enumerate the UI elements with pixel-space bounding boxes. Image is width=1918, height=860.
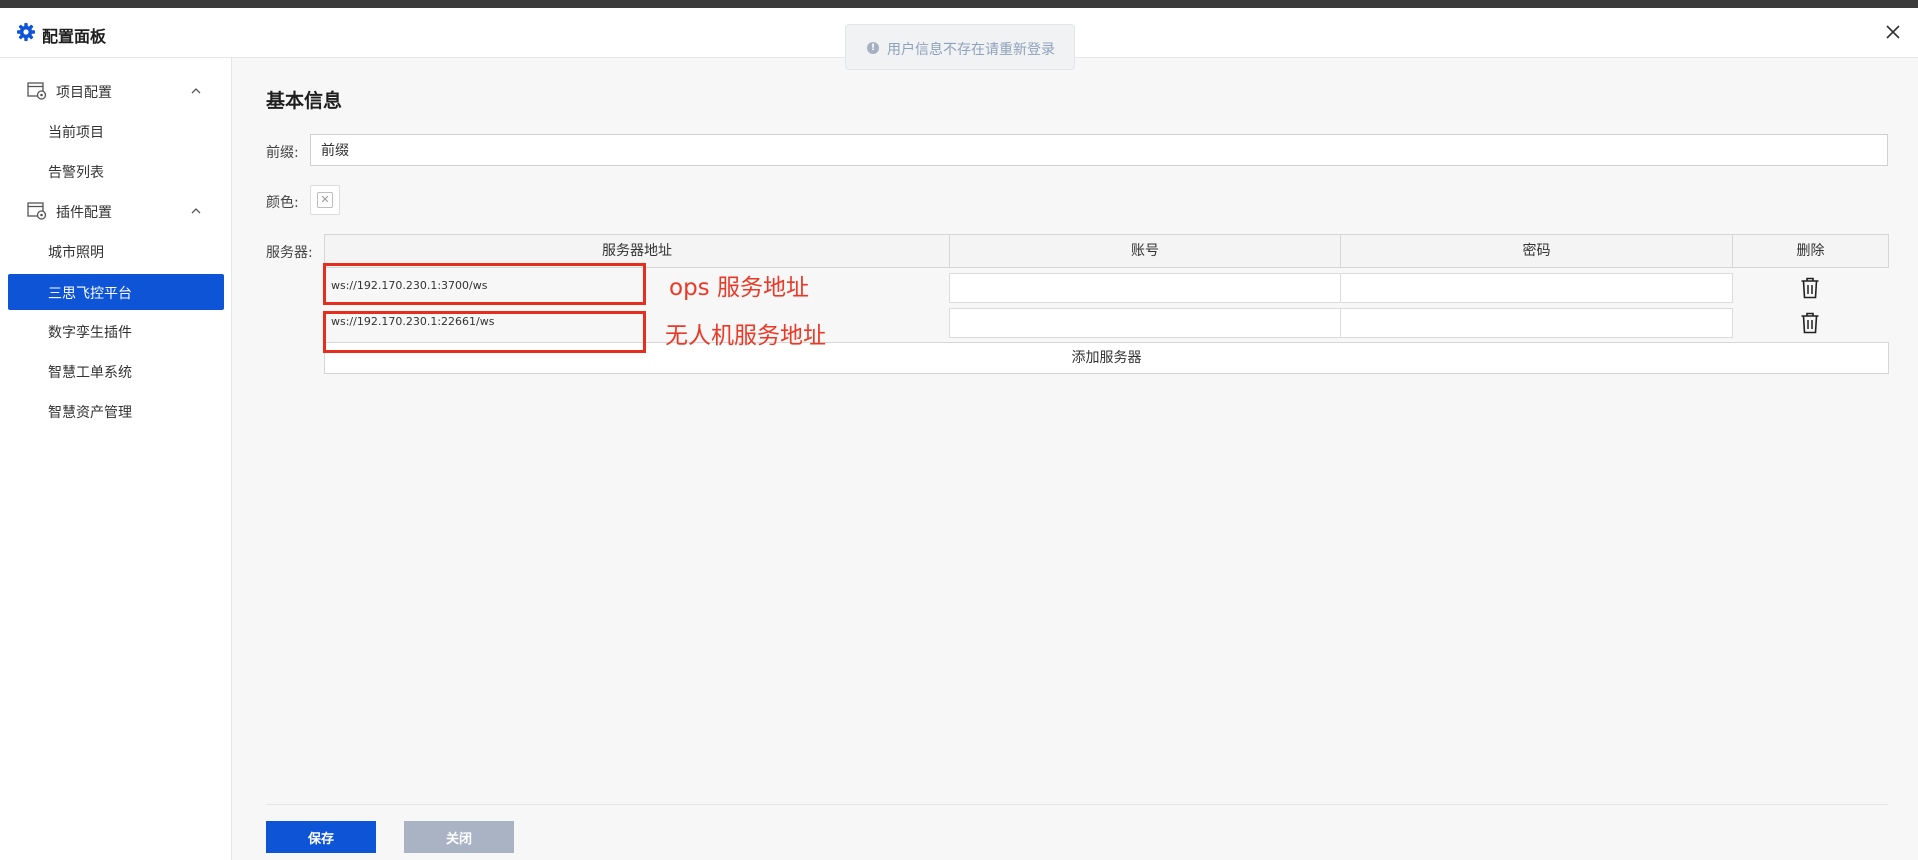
sidebar-item-work-order[interactable]: 智慧工单系统 <box>8 353 224 389</box>
sidebar-item-alarm-list[interactable]: 告警列表 <box>8 153 224 189</box>
color-picker[interactable]: ✕ <box>310 185 340 215</box>
toast-message: 用户信息不存在请重新登录 <box>887 42 1055 58</box>
server-password-input[interactable] <box>1340 308 1733 338</box>
main-content: 基本信息 前缀: 颜色: ✕ 服务器: 服务器地址 账号 密码 删除 添加服务器… <box>233 58 1918 860</box>
sidebar-group-plugin-config[interactable]: 插件配置 <box>0 191 232 231</box>
sidebar-item-city-lighting[interactable]: 城市照明 <box>8 233 224 269</box>
info-icon: ! <box>867 42 879 54</box>
sidebar-item-label: 智慧工单系统 <box>48 365 132 381</box>
column-header-password: 密码 <box>1340 234 1733 268</box>
sidebar-group-label: 项目配置 <box>56 85 112 101</box>
chevron-up-icon <box>191 88 201 94</box>
sidebar-item-label: 告警列表 <box>48 165 104 181</box>
sidebar-group-project-config[interactable]: 项目配置 <box>0 71 232 111</box>
annotation-ops-address: ops 服务地址 <box>669 275 809 301</box>
sidebar-group-label: 插件配置 <box>56 205 112 221</box>
close-icon[interactable] <box>1882 21 1904 43</box>
sidebar-item-sansi-flight-control[interactable]: 三思飞控平台 <box>8 274 224 310</box>
trash-icon[interactable] <box>1800 312 1820 334</box>
sidebar-item-asset-management[interactable]: 智慧资产管理 <box>8 393 224 429</box>
sidebar-item-label: 三思飞控平台 <box>48 286 132 302</box>
sidebar: 项目配置 当前项目 告警列表 插件配置 城市照明 三思飞控平台 数字孪生插件 智… <box>0 58 232 860</box>
prefix-label: 前缀: <box>266 145 299 161</box>
sidebar-item-label: 数字孪生插件 <box>48 325 132 341</box>
server-account-input[interactable] <box>949 308 1341 338</box>
save-button[interactable]: 保存 <box>266 821 376 853</box>
sidebar-item-current-project[interactable]: 当前项目 <box>8 113 224 149</box>
section-title: 基本信息 <box>266 90 343 112</box>
sidebar-item-label: 城市照明 <box>48 245 104 261</box>
sidebar-item-digital-twin[interactable]: 数字孪生插件 <box>8 313 224 349</box>
prefix-input[interactable] <box>310 134 1888 166</box>
color-label: 颜色: <box>266 195 299 211</box>
empty-color-icon: ✕ <box>317 192 333 208</box>
settings-window-icon <box>27 202 47 220</box>
panel-title: 配置面板 <box>42 27 107 46</box>
settings-window-icon <box>27 82 47 100</box>
gear-icon <box>17 23 35 41</box>
server-label: 服务器: <box>266 245 313 261</box>
footer-divider <box>266 804 1888 805</box>
trash-icon[interactable] <box>1800 277 1820 299</box>
server-account-input[interactable] <box>949 273 1341 303</box>
sidebar-item-label: 当前项目 <box>48 125 104 141</box>
annotation-box-ops <box>323 263 646 305</box>
annotation-drone-address: 无人机服务地址 <box>665 323 826 349</box>
column-header-account: 账号 <box>949 234 1341 268</box>
close-button[interactable]: 关闭 <box>404 821 514 853</box>
annotation-box-drone <box>323 311 646 353</box>
server-password-input[interactable] <box>1340 273 1733 303</box>
column-header-delete: 删除 <box>1732 234 1889 268</box>
window-top-bar <box>0 0 1918 8</box>
sidebar-item-label: 智慧资产管理 <box>48 405 132 421</box>
chevron-up-icon <box>191 208 201 214</box>
